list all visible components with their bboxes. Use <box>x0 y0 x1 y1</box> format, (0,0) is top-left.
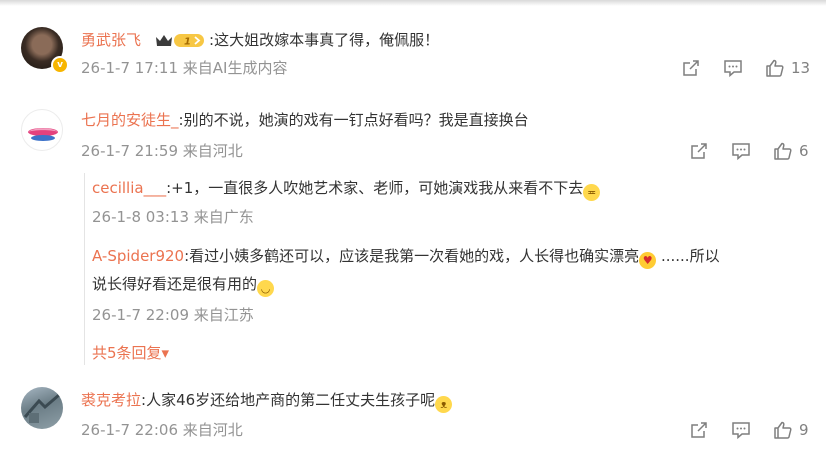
share-button[interactable] <box>689 141 709 161</box>
top-divider <box>0 0 826 6</box>
comment-icon <box>732 143 750 161</box>
comment-username[interactable]: 裘克考拉 <box>81 391 141 409</box>
comment-button[interactable] <box>723 58 743 78</box>
comment-meta: 26-1-7 21:59 来自河北 <box>81 142 243 160</box>
reply-line: A-Spider920:看过小姨多鹤还可以，应该是我第一次看她的戏，人长得也确实… <box>92 246 720 269</box>
reply-text: 看过小姨多鹤还可以，应该是我第一次看她的戏，人长得也确实漂亮 <box>189 247 640 265</box>
comment-line: 裘克考拉:人家46岁还给地产商的第二任丈夫生孩子呢 ᴥ <box>81 390 453 413</box>
like-count: 13 <box>791 59 811 77</box>
comment-text-line: :这大姐改嫁本事真了得，俺佩服！ <box>209 30 439 50</box>
reply-username[interactable]: A-Spider920 <box>92 247 184 265</box>
like-button[interactable]: 6 <box>773 141 809 161</box>
like-icon <box>774 421 792 439</box>
comment-username[interactable]: 七月的安徒生_ <box>81 111 179 129</box>
avatar-image <box>23 393 60 423</box>
emoji-icon: ᴥ <box>435 396 453 413</box>
reply-line: cecillia___:+1，一直很多人吹她艺术家、老师，可她演戏我从来看不下去… <box>92 178 601 201</box>
reply-meta: 26-1-7 22:09 来自江苏 <box>92 306 254 324</box>
reply-text-tail: ......所以 <box>656 247 720 265</box>
heart-eyes-emoji-icon: ♥ <box>639 252 657 269</box>
more-replies-link[interactable]: 共5条回复▾ <box>92 344 169 362</box>
like-count: 6 <box>799 142 809 160</box>
comment-username[interactable]: 勇武张飞 <box>81 31 141 49</box>
share-button[interactable] <box>681 58 701 78</box>
share-icon <box>691 422 707 438</box>
comment-meta: 26-1-7 17:11 来自AI生成内容 <box>81 59 288 77</box>
comment-line: 七月的安徒生_:别的不说，她演的戏有一钉点好看吗？我是直接换台 <box>81 110 529 130</box>
like-button[interactable]: 13 <box>765 58 810 78</box>
reply-text: +1，一直很多人吹她艺术家、老师，可她演戏我从来看不下去 <box>171 179 584 197</box>
like-button[interactable]: 9 <box>773 420 809 440</box>
reply-thread-divider <box>84 173 85 365</box>
emoji-icon: ≖ <box>583 184 601 201</box>
comment-icon <box>732 422 750 440</box>
comment-icon <box>724 60 742 78</box>
comment-button[interactable] <box>731 141 751 161</box>
share-button[interactable] <box>689 420 709 440</box>
verified-badge-icon: v <box>51 56 69 74</box>
reply-username[interactable]: cecillia___ <box>92 179 166 197</box>
comment-line: 勇武张飞 <box>81 30 141 50</box>
crown-badge-icon[interactable]: 1 <box>154 32 206 48</box>
reply-line-2: 说长得好看还是很有用的 ◡ <box>92 274 275 297</box>
comment-text: 人家46岁还给地产商的第二任丈夫生孩子呢 <box>146 391 436 409</box>
share-icon <box>683 60 699 76</box>
comment-meta: 26-1-7 22:06 来自河北 <box>81 421 243 439</box>
comment-button[interactable] <box>731 420 751 440</box>
like-icon <box>774 142 792 160</box>
share-icon <box>691 143 707 159</box>
like-count: 9 <box>799 421 809 439</box>
reply-meta: 26-1-8 03:13 来自广东 <box>92 208 254 226</box>
reply-text-continued: 说长得好看还是很有用的 <box>92 275 258 293</box>
avatar-image <box>28 128 58 141</box>
comment-text: 别的不说，她演的戏有一钉点好看吗？我是直接换台 <box>183 111 529 129</box>
comment-text: 这大姐改嫁本事真了得，俺佩服！ <box>214 31 440 49</box>
avatar[interactable] <box>21 387 63 429</box>
like-icon <box>766 59 784 77</box>
avatar[interactable] <box>21 109 63 151</box>
grin-emoji-icon: ◡ <box>257 280 275 297</box>
svg-text:1: 1 <box>184 37 191 48</box>
